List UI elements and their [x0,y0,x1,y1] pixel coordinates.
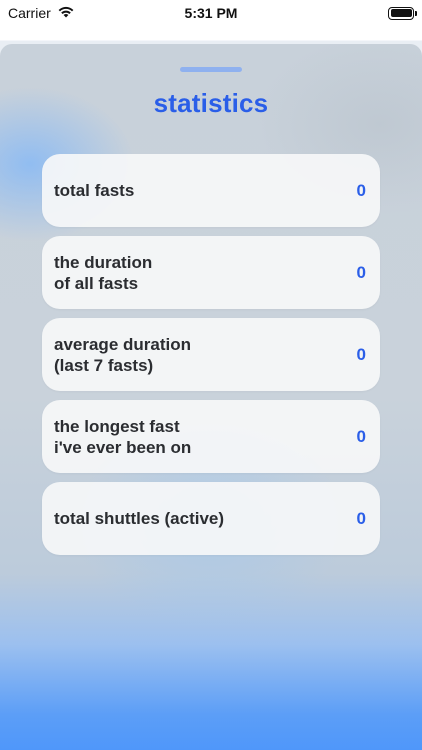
stat-value: 0 [356,180,366,200]
stat-label: total fasts [54,181,135,200]
stat-value: 0 [356,508,366,528]
screen: Carrier 5:31 PM statistics total fasts 0… [0,0,422,750]
stat-card-longest-fast: the longest fast i've ever been on 0 [42,400,380,473]
sheet-grabber-handle[interactable] [180,67,242,72]
statistics-sheet: statistics total fasts 0 the duration of… [0,44,422,750]
stat-label: the longest fast i've ever been on [54,416,192,457]
stat-value: 0 [356,426,366,446]
stat-label: the duration of all fasts [54,252,153,293]
stat-card-average-duration: average duration (last 7 fasts) 0 [42,318,380,391]
status-left: Carrier [8,5,75,21]
battery-icon [388,6,417,20]
stat-value: 0 [356,344,366,364]
page-title: statistics [153,88,269,118]
stat-value: 0 [356,262,366,282]
status-bar: Carrier 5:31 PM [0,0,422,26]
wifi-icon [57,5,75,21]
stat-card-duration-all-fasts: the duration of all fasts 0 [42,236,380,309]
stat-label: average duration (last 7 fasts) [54,334,191,375]
stat-label: total shuttles (active) [54,509,225,528]
stats-list: total fasts 0 the duration of all fasts … [42,154,380,564]
stat-card-total-shuttles: total shuttles (active) 0 [42,482,380,555]
carrier-label: Carrier [8,5,51,21]
stat-card-total-fasts: total fasts 0 [42,154,380,227]
